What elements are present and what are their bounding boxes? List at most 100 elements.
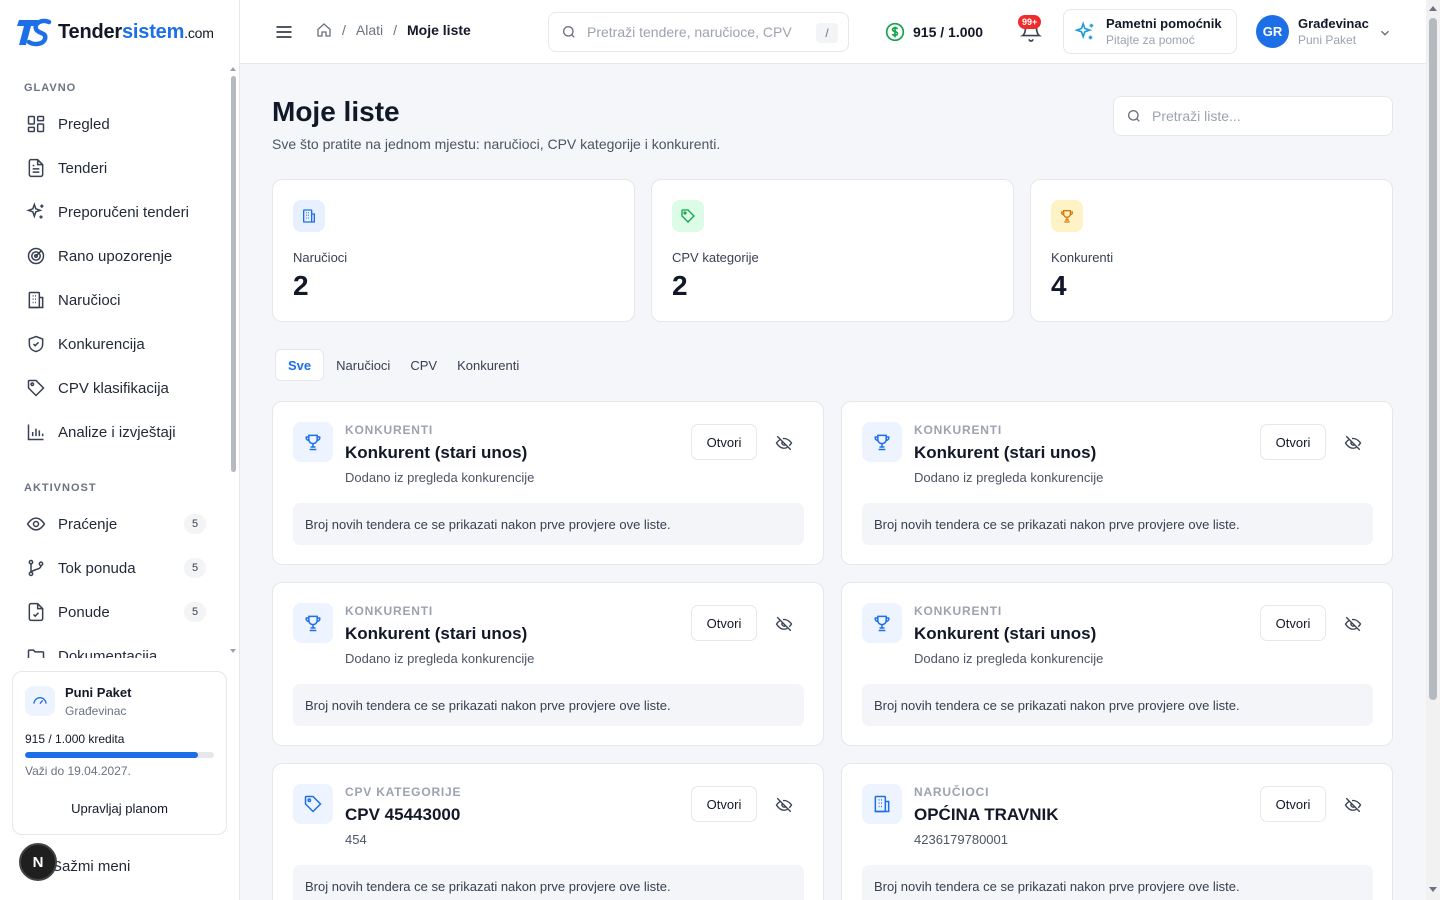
collapse-menu-button[interactable]: Sažmi meni <box>52 858 130 875</box>
page-title: Moje liste <box>272 96 400 127</box>
sidebar-item-rano-upozorenje[interactable]: Rano upozorenje <box>14 238 220 274</box>
user-menu[interactable]: GR Građevinac Puni Paket <box>1256 15 1369 48</box>
global-search-input[interactable] <box>587 24 807 40</box>
sparkles-icon <box>1074 20 1094 39</box>
credits-display[interactable]: 915 / 1.000 <box>885 22 983 42</box>
sidebar-item-tok-ponuda[interactable]: Tok ponuda 5 <box>14 550 220 586</box>
stat-card-cpv[interactable]: CPV kategorije 2 <box>651 179 1014 322</box>
card-title: Konkurent (stari unos) <box>914 624 1097 643</box>
file-check-icon <box>28 602 44 622</box>
plan-valid-until: Važi do 19.04.2027. <box>25 764 131 778</box>
manage-plan-button[interactable]: Upravljaj planom <box>25 794 214 822</box>
card-note: Broj novih tendera ce se prikazati nakon… <box>862 865 1373 900</box>
card-type: KONKURENTI <box>345 423 433 437</box>
search-icon <box>563 26 575 38</box>
trophy-icon <box>862 603 902 643</box>
open-button[interactable]: Otvori <box>691 424 757 460</box>
sidebar-scrollbar-thumb[interactable] <box>231 76 236 472</box>
card-note: Broj novih tendera ce se prikazati nakon… <box>862 684 1373 726</box>
search-icon <box>1128 110 1140 122</box>
sidebar: Tendersistem.com GLAVNO Pregled Tenderi … <box>0 0 240 900</box>
sidebar-item-preporuceni[interactable]: Preporučeni tenderi <box>14 194 220 230</box>
menu-icon[interactable] <box>274 22 294 42</box>
eye-off-icon[interactable] <box>1340 611 1366 637</box>
list-card[interactable]: CPV KATEGORIJE CPV 45443000 454 Otvori Broj … <box>272 763 824 900</box>
eye-off-icon[interactable] <box>771 611 797 637</box>
card-subtitle: Dodano iz pregleda konkurencije <box>345 470 535 485</box>
assistant-subtitle: Pitajte za pomoć <box>1106 33 1195 47</box>
smart-assistant-button[interactable]: Pametni pomoćnik Pitajte za pomoć <box>1063 9 1237 54</box>
sidebar-item-pracenje[interactable]: Praćenje 5 <box>14 506 220 542</box>
stat-value: 4 <box>1051 270 1067 301</box>
tab-sve[interactable]: Sve <box>275 349 325 381</box>
floating-n-button[interactable]: N <box>19 843 57 881</box>
tab-cpv[interactable]: CPV <box>402 349 445 381</box>
sidebar-item-tenderi[interactable]: Tenderi <box>14 150 220 186</box>
eye-off-icon[interactable] <box>771 792 797 818</box>
scroll-down-icon[interactable] <box>230 648 236 654</box>
tag-icon <box>672 200 704 232</box>
plan-type: Građevinac <box>65 704 127 718</box>
eye-off-icon[interactable] <box>771 430 797 456</box>
sidebar-item-analize[interactable]: Analize i izvještaji <box>14 414 220 450</box>
sidebar-item-dokumentacija[interactable]: Dokumentacija <box>14 638 220 658</box>
card-type: KONKURENTI <box>914 423 1002 437</box>
sidebar-item-cpv[interactable]: CPV klasifikacija <box>14 370 220 406</box>
stat-label: Naručioci <box>293 250 348 265</box>
tag-icon <box>27 379 45 397</box>
card-type: NARUČIOCI <box>914 785 990 799</box>
scroll-up-icon[interactable] <box>1429 5 1437 11</box>
sidebar-item-label: Dokumentacija <box>58 647 158 659</box>
sidebar-item-ponude[interactable]: Ponude 5 <box>14 594 220 630</box>
stat-value: 2 <box>293 270 309 301</box>
list-card[interactable]: KONKURENTI Konkurent (stari unos) Dodano i… <box>841 582 1393 746</box>
shield-icon <box>28 335 44 353</box>
logo[interactable]: Tendersistem.com <box>16 14 214 50</box>
sidebar-item-label: Pregled <box>58 115 110 133</box>
sidebar-item-label: Ponude <box>58 603 110 621</box>
list-card[interactable]: NARUČIOCI OPĆINA TRAVNIK 4236179780001 Otvo… <box>841 763 1393 900</box>
sidebar-item-narucioci[interactable]: Naručioci <box>14 282 220 318</box>
stat-card-narucioci[interactable]: Naručioci 2 <box>272 179 635 322</box>
sidebar-item-pregled[interactable]: Pregled <box>14 106 220 142</box>
card-type: CPV KATEGORIJE <box>345 785 462 799</box>
global-search[interactable]: / <box>548 12 849 52</box>
tab-konkurenti[interactable]: Konkurenti <box>449 349 527 381</box>
open-button[interactable]: Otvori <box>691 605 757 641</box>
list-search[interactable] <box>1113 96 1393 136</box>
eye-off-icon[interactable] <box>1340 430 1366 456</box>
trophy-icon <box>1051 200 1083 232</box>
breadcrumb-item-alati[interactable]: Alati <box>356 22 383 38</box>
open-button[interactable]: Otvori <box>1260 424 1326 460</box>
sidebar-item-label: Konkurencija <box>58 335 145 353</box>
eye-off-icon[interactable] <box>1340 792 1366 818</box>
open-button[interactable]: Otvori <box>1260 605 1326 641</box>
list-search-input[interactable] <box>1152 108 1372 124</box>
logo-text: Tendersistem.com <box>58 20 214 43</box>
tab-narucioci[interactable]: Naručioci <box>328 349 398 381</box>
list-card[interactable]: KONKURENTI Konkurent (stari unos) Dodano i… <box>841 401 1393 565</box>
gauge-icon <box>25 686 55 716</box>
scroll-up-icon[interactable] <box>230 66 236 72</box>
building-icon <box>862 784 902 824</box>
card-title: OPĆINA TRAVNIK <box>914 805 1059 824</box>
scroll-down-icon[interactable] <box>1429 887 1437 893</box>
chevron-down-icon[interactable] <box>1378 26 1392 40</box>
list-card[interactable]: KONKURENTI Konkurent (stari unos) Dodano i… <box>272 401 824 565</box>
stat-card-konkurenti[interactable]: Konkurenti 4 <box>1030 179 1393 322</box>
open-button[interactable]: Otvori <box>691 786 757 822</box>
page-scrollbar-thumb[interactable] <box>1429 18 1437 700</box>
document-icon <box>28 158 44 178</box>
filter-tabs: Sve Naručioci CPV Konkurenti <box>272 349 527 381</box>
home-icon[interactable] <box>316 22 332 38</box>
plan-credits-bar <box>25 752 214 758</box>
open-button[interactable]: Otvori <box>1260 786 1326 822</box>
sidebar-item-label: Naručioci <box>58 291 121 309</box>
notifications-badge: 99+ <box>1018 15 1042 29</box>
list-card[interactable]: KONKURENTI Konkurent (stari unos) Dodano i… <box>272 582 824 746</box>
user-plan: Puni Paket <box>1298 33 1357 47</box>
sidebar-item-konkurencija[interactable]: Konkurencija <box>14 326 220 362</box>
dollar-coin-icon <box>885 22 905 42</box>
breadcrumb: / Alati / Moje liste <box>316 22 471 38</box>
sparkles-icon <box>26 202 44 219</box>
